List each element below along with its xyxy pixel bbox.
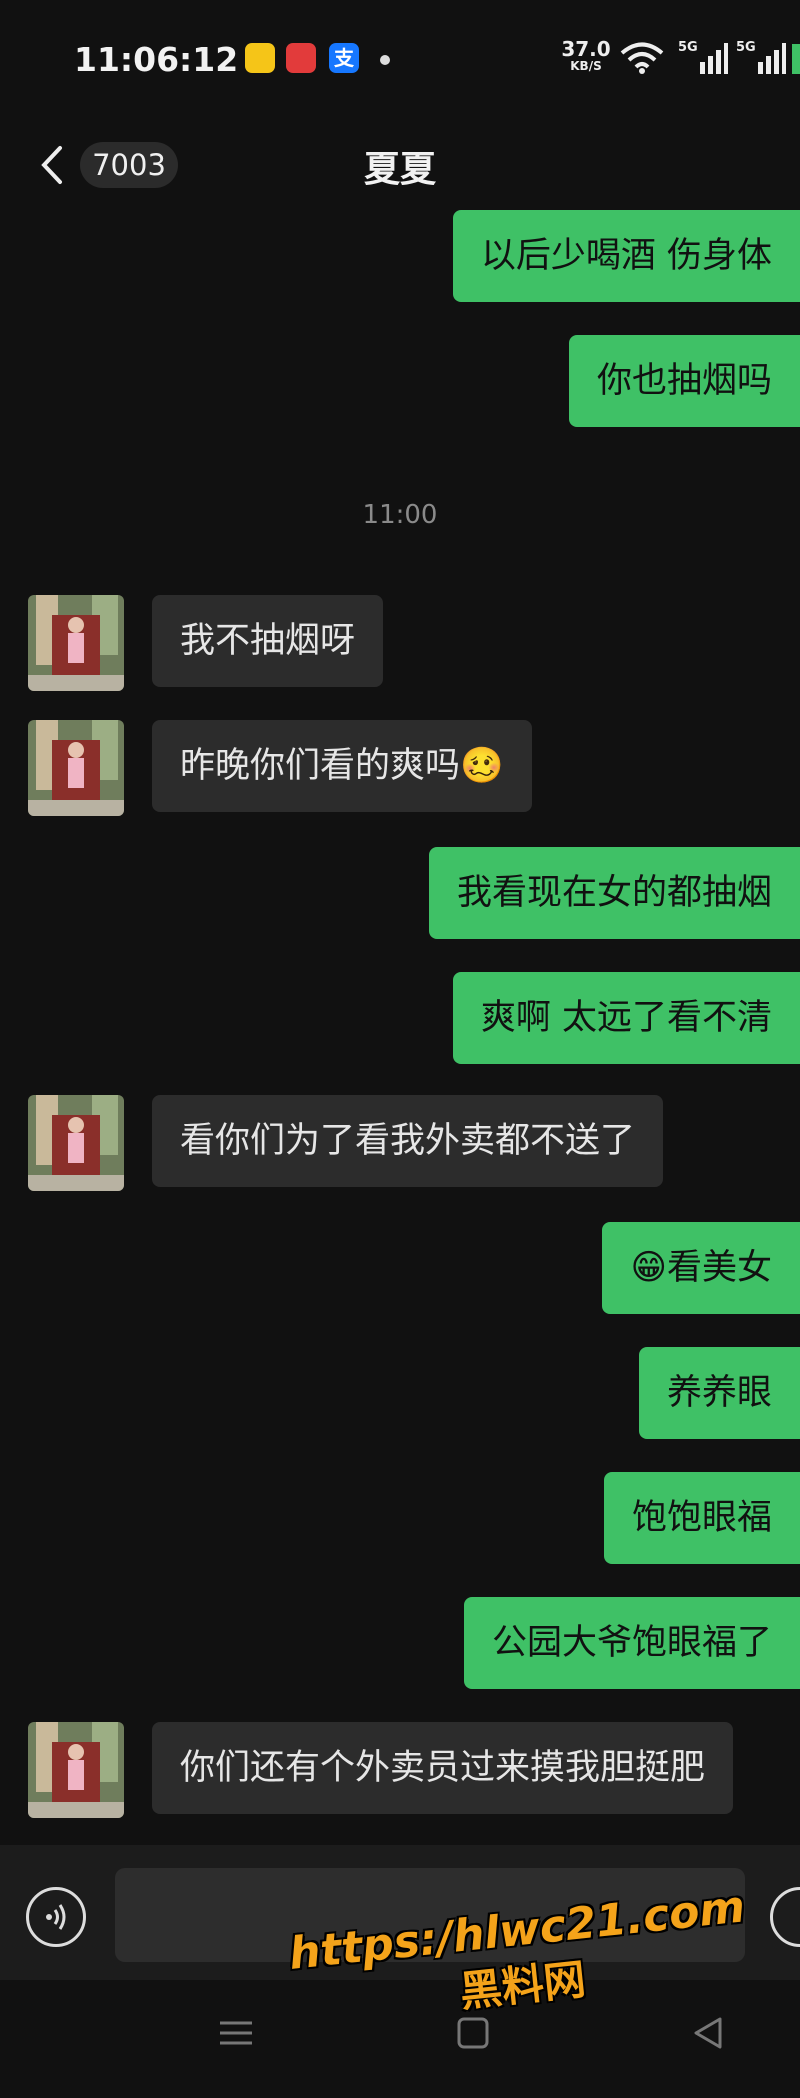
contact-name-title: 夏夏 — [363, 149, 436, 190]
alipay-icon: 支 — [329, 43, 359, 73]
message-bubble-outgoing[interactable]: 爽啊 太远了看不清 — [452, 972, 800, 1064]
message-bubble-incoming[interactable]: 我不抽烟呀 — [152, 595, 384, 687]
net-speed-value: 37.0 — [561, 37, 611, 61]
message-bubble-outgoing[interactable]: 我看现在女的都抽烟 — [428, 847, 800, 939]
message-text: 你也抽烟吗 — [596, 361, 772, 401]
voice-input-icon[interactable] — [26, 1887, 86, 1947]
emoji-woozy-icon: 🥴 — [460, 746, 504, 786]
unread-count-badge[interactable]: 7003 — [80, 142, 178, 188]
message-text: 看美女 — [666, 1248, 772, 1288]
back-triangle-icon[interactable] — [690, 2015, 726, 2051]
message-text: 以后少喝酒 伤身体 — [480, 236, 772, 276]
chat-timestamp: 11:00 — [362, 500, 438, 530]
message-bubble-outgoing[interactable]: 公园大爷饱眼福了 — [463, 1597, 800, 1689]
message-bubble-incoming[interactable]: 昨晚你们看的爽吗🥴 — [152, 720, 532, 812]
avatar[interactable] — [28, 1095, 124, 1191]
message-bubble-outgoing[interactable]: 饱饱眼福 — [603, 1472, 800, 1564]
status-time: 11:06:12 — [74, 40, 239, 79]
message-text: 看你们为了看我外卖都不送了 — [180, 1121, 636, 1161]
message-text: 饱饱眼福 — [631, 1498, 772, 1538]
message-text: 公园大爷饱眼福了 — [491, 1623, 772, 1663]
message-bubble-outgoing[interactable]: 😁看美女 — [602, 1222, 800, 1314]
avatar[interactable] — [28, 595, 124, 691]
mango-app-icon — [245, 43, 275, 73]
emoji-grin-icon: 😁 — [630, 1248, 667, 1288]
notification-dot-icon — [380, 55, 390, 65]
menu-icon[interactable] — [218, 2015, 254, 2051]
app-red-icon — [286, 43, 316, 73]
message-bubble-incoming[interactable]: 看你们为了看我外卖都不送了 — [152, 1095, 664, 1187]
signal-icon: 5G — [736, 40, 786, 76]
network-speed: 37.0 KB/S — [560, 38, 612, 72]
message-text: 我不抽烟呀 — [180, 621, 356, 661]
message-bubble-outgoing[interactable]: 你也抽烟吗 — [568, 335, 800, 427]
status-bar: 11:06:12 支 37.0 KB/S 5G 5G — [0, 0, 800, 120]
home-icon[interactable] — [455, 2015, 491, 2051]
back-arrow-icon[interactable] — [34, 140, 74, 190]
net-speed-unit: KB/S — [570, 59, 602, 73]
message-text: 爽啊 太远了看不清 — [480, 998, 772, 1038]
message-text: 养养眼 — [666, 1373, 772, 1413]
message-bubble-outgoing[interactable]: 养养眼 — [638, 1347, 800, 1439]
message-bubble-outgoing[interactable]: 以后少喝酒 伤身体 — [452, 210, 800, 302]
message-text: 你们还有个外卖员过来摸我胆挺肥 — [180, 1748, 706, 1788]
message-text: 我看现在女的都抽烟 — [456, 873, 772, 913]
message-text: 昨晚你们看的爽吗 — [180, 746, 461, 786]
avatar[interactable] — [28, 720, 124, 816]
wifi-icon — [620, 42, 664, 74]
battery-icon — [792, 44, 800, 74]
message-bubble-incoming[interactable]: 你们还有个外卖员过来摸我胆挺肥 — [152, 1722, 734, 1814]
signal-icon: 5G — [678, 40, 728, 76]
avatar[interactable] — [28, 1722, 124, 1818]
